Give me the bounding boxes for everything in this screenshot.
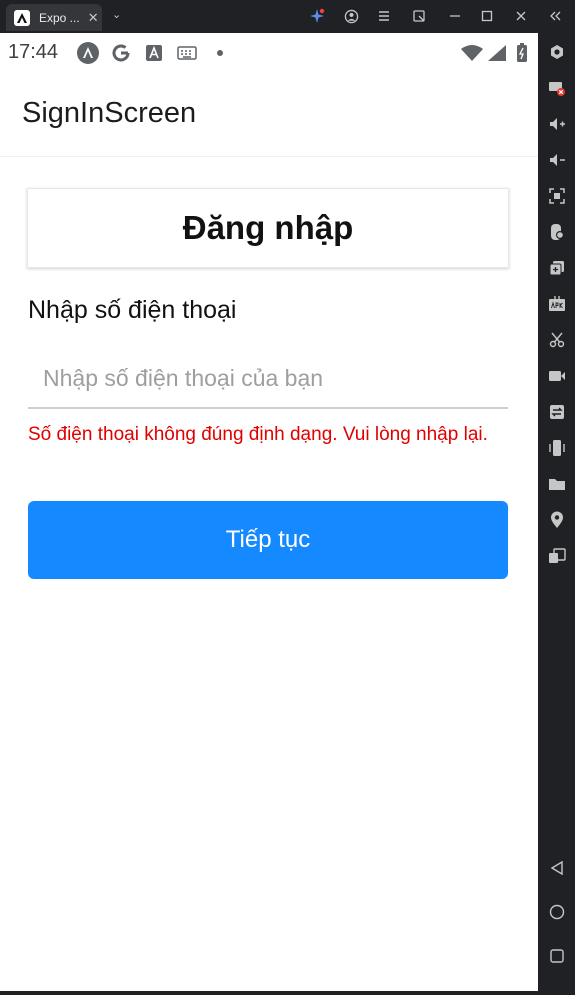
wifi-icon — [459, 42, 485, 64]
gemini-icon[interactable] — [308, 7, 326, 25]
shake-icon[interactable] — [547, 438, 567, 458]
android-studio-icon — [77, 42, 99, 64]
google-icon — [110, 42, 132, 64]
rotate-icon[interactable] — [547, 222, 567, 242]
tab-close-icon[interactable]: ✕ — [88, 10, 99, 26]
volume-up-icon[interactable] — [547, 114, 567, 134]
volume-down-icon[interactable] — [547, 150, 567, 170]
app-header: SignInScreen — [0, 71, 538, 157]
screen-title: SignInScreen — [22, 97, 197, 129]
phone-screen: 17:44 SignInScreen Đăng nhập Nhập số điệ… — [0, 33, 538, 991]
dot-icon — [209, 42, 231, 64]
emulator-side-toolbar — [538, 33, 575, 991]
cut-icon[interactable] — [547, 330, 567, 350]
multi-instance-icon[interactable] — [547, 546, 567, 566]
keyboard-off-icon[interactable] — [547, 78, 567, 98]
font-icon — [143, 42, 165, 64]
collapse-icon[interactable] — [546, 7, 564, 25]
minimize-icon[interactable] — [446, 7, 464, 25]
signal-icon — [486, 42, 508, 64]
continue-button[interactable]: Tiếp tục — [28, 501, 508, 579]
location-icon[interactable] — [547, 510, 567, 530]
close-icon[interactable] — [512, 7, 530, 25]
tab-list-chevron-icon[interactable]: ⌄ — [112, 8, 121, 21]
phone-field-label: Nhập số điện thoại — [28, 296, 237, 324]
window-title-bar: Expo ... ✕ ⌄ — [0, 0, 575, 33]
folder-icon[interactable] — [547, 474, 567, 494]
home-icon[interactable] — [547, 902, 567, 922]
back-icon[interactable] — [547, 858, 567, 878]
keyboard-icon — [176, 42, 198, 64]
screenshot-window-icon[interactable] — [410, 7, 428, 25]
tab-title: Expo ... — [39, 10, 80, 25]
apk-icon[interactable] — [547, 294, 567, 314]
screenshot-icon[interactable] — [547, 186, 567, 206]
menu-icon[interactable] — [375, 7, 393, 25]
status-bar: 17:44 — [0, 33, 538, 71]
transfer-icon[interactable] — [547, 402, 567, 422]
maximize-icon[interactable] — [478, 7, 496, 25]
status-time: 17:44 — [8, 41, 59, 63]
settings-icon[interactable] — [547, 42, 567, 62]
account-icon[interactable] — [342, 7, 360, 25]
browser-tab[interactable]: Expo ... ✕ — [6, 4, 102, 31]
window-bottom-edge — [0, 991, 575, 995]
battery-icon — [514, 42, 530, 64]
phone-error-message: Số điện thoại không đúng định dạng. Vui … — [28, 424, 488, 445]
record-icon[interactable] — [547, 366, 567, 386]
recents-icon[interactable] — [547, 946, 567, 966]
multi-window-icon[interactable] — [547, 258, 567, 278]
phone-input[interactable] — [28, 349, 508, 409]
signin-heading: Đăng nhập — [182, 209, 354, 246]
signin-title-card: Đăng nhập — [27, 188, 509, 268]
expo-logo-icon — [14, 9, 30, 26]
